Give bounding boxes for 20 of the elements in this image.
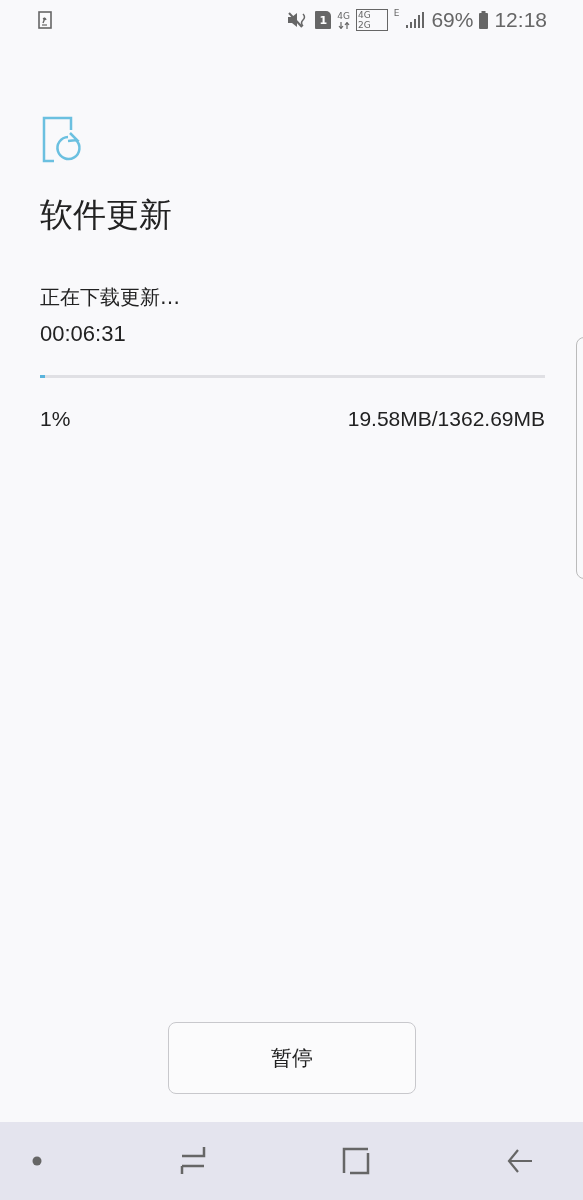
battery-percent: 69% <box>431 8 474 32</box>
download-status: 正在下载更新… <box>40 284 181 311</box>
home-icon[interactable] <box>342 1147 371 1175</box>
sim-card-icon: 1 <box>315 11 332 29</box>
signal-icon <box>405 11 426 29</box>
page-title: 软件更新 <box>40 194 173 236</box>
back-icon[interactable] <box>506 1148 533 1174</box>
network-type: 4G <box>337 11 350 21</box>
download-size: 19.58MB/1362.69MB <box>347 407 545 431</box>
progress-percent: 1% <box>40 407 71 431</box>
data-type: E <box>393 8 400 18</box>
pause-button[interactable]: 暂停 <box>167 1022 416 1094</box>
recent-apps-icon[interactable] <box>179 1146 206 1176</box>
dual-signal-icon: 4G 2G <box>356 9 388 31</box>
data-arrows-icon <box>337 22 350 29</box>
elapsed-time: 00:06:31 <box>40 320 127 348</box>
battery-icon <box>479 11 489 29</box>
screen-update-icon <box>38 11 52 29</box>
clock: 12:18 <box>494 8 547 32</box>
dot-icon[interactable] <box>31 1155 43 1167</box>
